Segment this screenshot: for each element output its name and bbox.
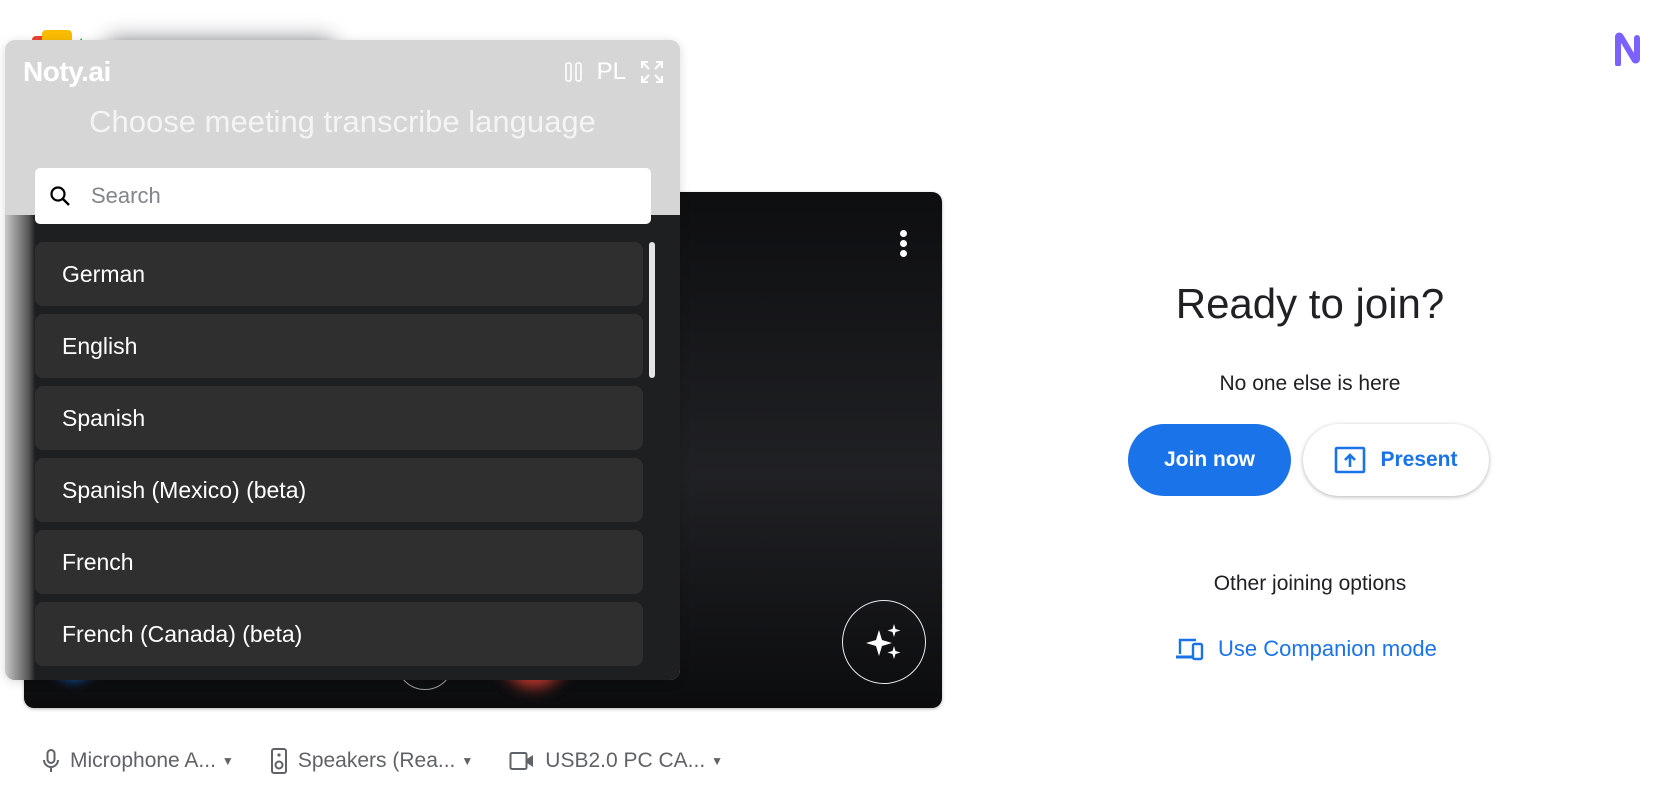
dot-icon <box>899 240 907 247</box>
companion-device-icon <box>1176 638 1204 661</box>
pause-icon[interactable] <box>564 62 583 82</box>
present-label: Present <box>1380 448 1458 471</box>
present-icon <box>1335 446 1366 474</box>
caret-down-icon: ▼ <box>711 754 724 768</box>
list-scrollbar[interactable] <box>649 242 655 378</box>
present-button[interactable]: Present <box>1303 424 1489 496</box>
search-input[interactable] <box>89 182 613 210</box>
speaker-icon <box>270 748 287 774</box>
more-options-button[interactable] <box>898 230 908 260</box>
language-code-button[interactable]: PL <box>597 58 626 86</box>
noty-language-panel: Noty.ai PL Choose meeting transcribe lan… <box>5 40 680 680</box>
join-actions: Join now Present <box>1128 424 1489 496</box>
dot-icon <box>899 230 907 237</box>
language-search <box>35 168 651 224</box>
speakers-label: Speakers (Rea... <box>297 749 456 772</box>
search-icon <box>50 186 70 206</box>
language-option-french[interactable]: French <box>35 530 643 594</box>
companion-mode-link[interactable]: Use Companion mode <box>1176 636 1437 662</box>
caret-down-icon: ▼ <box>221 754 234 768</box>
microphone-icon <box>43 749 59 772</box>
language-option-spanish[interactable]: Spanish <box>35 386 643 450</box>
dot-icon <box>899 250 907 257</box>
other-joining-options: Other joining options <box>1213 572 1407 595</box>
noty-controls: PL <box>564 58 664 86</box>
language-option-german[interactable]: German <box>35 242 643 306</box>
language-option-english[interactable]: English <box>35 314 643 378</box>
microphone-select[interactable]: Microphone A... ▼ <box>42 748 234 774</box>
visual-effects-button[interactable] <box>842 600 926 684</box>
join-now-button[interactable]: Join now <box>1128 424 1291 496</box>
ready-title: Ready to join? <box>1175 280 1445 327</box>
camera-select[interactable]: USB2.0 PC CA... ▼ <box>509 748 723 774</box>
language-option-french-canada[interactable]: French (Canada) (beta) <box>35 602 643 666</box>
microphone-label: Microphone A... <box>70 749 216 772</box>
companion-mode-label: Use Companion mode <box>1218 636 1437 661</box>
panel-heading: Choose meeting transcribe language <box>89 104 596 139</box>
noty-extension-icon[interactable] <box>1614 32 1642 66</box>
noty-logo: Noty.ai <box>23 56 111 87</box>
camera-icon <box>509 752 534 770</box>
sparkle-icon <box>866 624 901 659</box>
expand-icon[interactable] <box>640 60 664 84</box>
device-bar: Microphone A... ▼ Speakers (Rea... ▼ USB… <box>42 748 723 774</box>
speakers-select[interactable]: Speakers (Rea... ▼ <box>270 748 473 774</box>
language-list: German English Spanish Spanish (Mexico) … <box>35 242 655 680</box>
camera-label: USB2.0 PC CA... <box>545 749 706 772</box>
language-option-spanish-mexico[interactable]: Spanish (Mexico) (beta) <box>35 458 643 522</box>
caret-down-icon: ▼ <box>461 754 474 768</box>
participants-status: No one else is here <box>1219 372 1401 395</box>
